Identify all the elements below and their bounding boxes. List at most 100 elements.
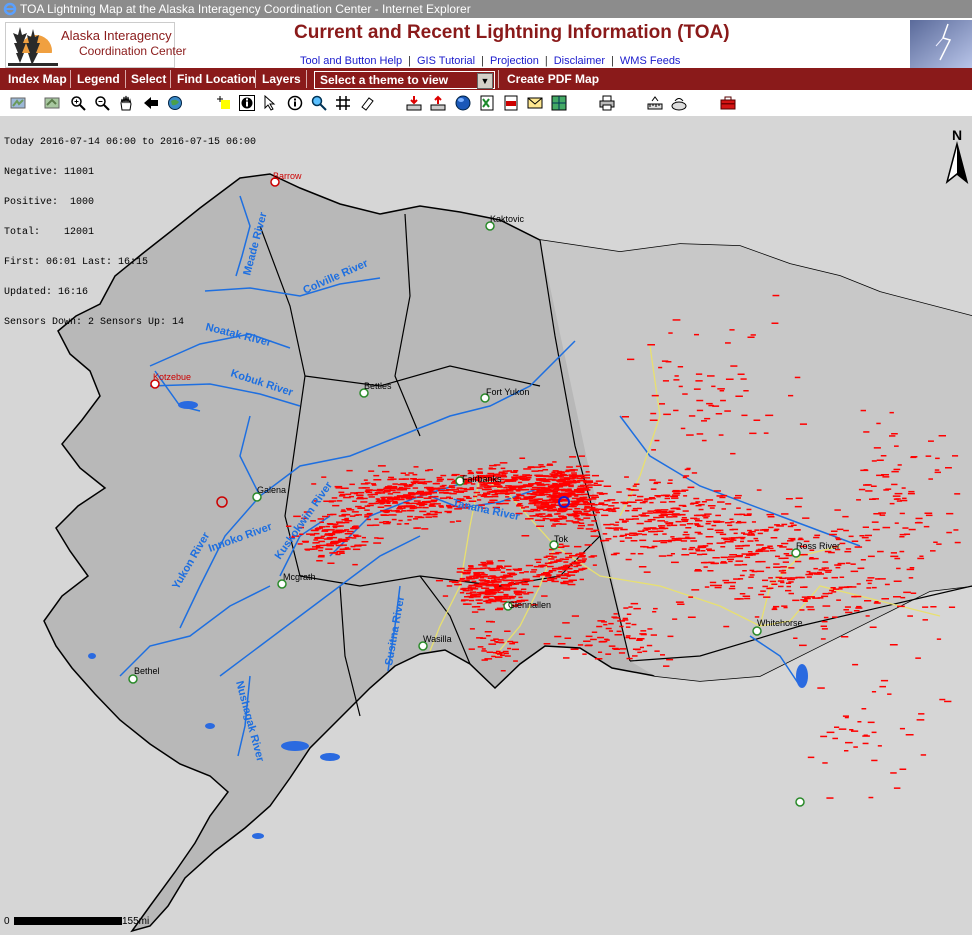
find-location-button[interactable]: Find Location [177,71,256,87]
strike-mark [907,615,913,617]
strike-mark [500,467,506,470]
strike-mark [400,483,407,485]
strike-mark [499,462,508,464]
strike-mark [660,501,667,503]
strike-mark [582,465,590,467]
strike-mark [478,591,484,594]
strike-mark [754,529,760,531]
community-marker-icon[interactable] [752,626,762,636]
link-wms-feeds[interactable]: WMS Feeds [620,55,681,67]
create-pdf-map-button[interactable]: Create PDF Map [507,71,599,87]
aicc-logo[interactable]: Alaska Interagency Coordination Center [5,22,186,68]
strike-mark [637,530,645,532]
strike-mark [953,529,959,531]
strike-mark [695,550,701,552]
gml-export-icon[interactable] [503,95,519,111]
zoom-in-icon[interactable] [70,95,86,111]
strike-mark [690,540,698,542]
strike-mark [642,650,648,653]
strike-mark [842,715,849,717]
strike-mark [559,516,567,518]
strike-mark [497,565,503,568]
strike-mark [705,499,714,501]
strike-mark [733,578,741,580]
strike-mark [686,434,694,436]
eraser-icon[interactable] [359,95,375,111]
back-arrow-icon[interactable] [143,95,159,111]
legend-button[interactable]: Legend [77,71,120,87]
strike-mark [401,510,407,512]
nav-divider [125,70,126,88]
nav-divider [70,70,71,88]
draw-icon[interactable] [671,95,687,111]
strike-mark [454,583,460,586]
strike-mark [844,550,852,553]
strike-mark [760,590,766,592]
strike-mark [851,595,857,598]
strike-mark [939,698,946,701]
download-icon[interactable] [406,95,422,111]
select-cursor-icon[interactable] [263,95,279,111]
strike-mark [555,475,563,477]
link-disclaimer[interactable]: Disclaimer [554,55,605,67]
identify-icon[interactable] [239,95,255,111]
print-icon[interactable] [599,95,615,111]
strike-mark [822,592,829,595]
strike-mark [642,512,647,514]
strike-mark [829,533,837,536]
community-marker-icon[interactable] [795,797,805,807]
strike-mark [344,547,350,549]
index-map-button[interactable]: Index Map [8,71,67,87]
strike-mark [698,503,705,506]
measure-icon[interactable] [647,95,663,111]
blue-globe-icon[interactable] [455,95,471,111]
strike-mark [412,473,418,476]
email-icon[interactable] [527,95,543,111]
strike-mark [541,573,547,575]
select-button[interactable]: Select [131,71,166,87]
chevron-down-icon[interactable]: ▼ [477,73,493,89]
grid-icon[interactable] [335,95,351,111]
globe-refresh-icon[interactable] [167,95,183,111]
strike-mark [439,497,448,499]
excel-export-icon[interactable] [479,95,495,111]
strike-mark [352,500,357,502]
upload-icon[interactable] [430,95,446,111]
strike-mark [887,693,892,695]
strike-mark [513,474,519,476]
info-icon[interactable] [287,95,303,111]
layers-button[interactable]: Layers [262,71,301,87]
search-lens-icon[interactable] [311,95,327,111]
link-gis-tutorial[interactable]: GIS Tutorial [417,55,475,67]
strike-mark [668,522,674,524]
strike-mark [734,598,741,600]
strike-mark [883,489,889,491]
toolbox-icon[interactable] [720,95,736,111]
link-projection[interactable]: Projection [490,55,539,67]
strike-mark [603,523,611,526]
strike-mark [414,516,423,518]
full-extent-icon[interactable] [44,95,60,111]
strike-mark [767,545,773,547]
strike-mark [763,432,769,434]
strike-mark [636,522,644,525]
zoom-out-icon[interactable] [94,95,110,111]
strike-mark [668,479,673,481]
strike-mark [361,536,366,539]
strike-mark [908,490,915,493]
community-marker-icon[interactable] [128,674,138,684]
strike-mark [884,583,890,586]
strike-mark [746,508,752,511]
strike-mark [844,606,851,608]
strike-mark [741,563,748,566]
strike-mark [720,561,727,563]
strike-mark [835,538,842,541]
pan-hand-icon[interactable] [118,95,134,111]
theme-select[interactable]: Select a theme to view ▼ [314,71,495,89]
image-export-icon[interactable] [551,95,567,111]
strike-mark [906,568,915,571]
select-box-icon[interactable] [216,95,232,111]
link-tool-button-help[interactable]: Tool and Button Help [300,55,402,67]
overview-map-icon[interactable] [10,95,26,111]
strike-mark [475,471,483,473]
